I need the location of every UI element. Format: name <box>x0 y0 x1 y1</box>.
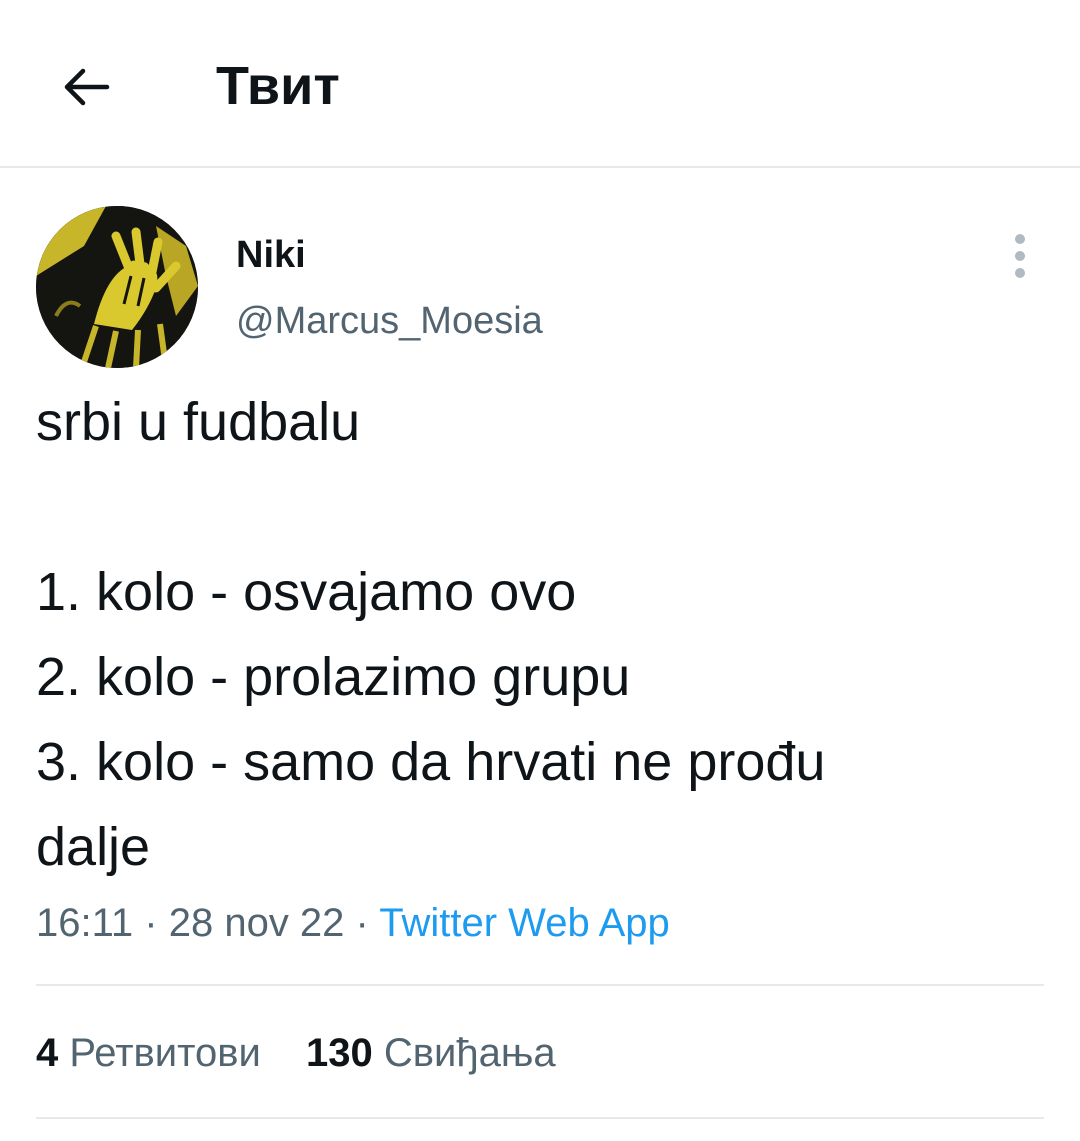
divider <box>36 1117 1044 1119</box>
tweet-source-link[interactable]: Twitter Web App <box>379 901 670 945</box>
profile-avatar <box>36 206 198 368</box>
likes-label: Свиђања <box>383 1031 556 1075</box>
top-bar: Твит <box>0 0 1080 168</box>
tweet-time[interactable]: 16:11 <box>36 901 133 945</box>
retweets-count: 4 <box>36 1031 59 1075</box>
meta-separator: · <box>144 901 158 945</box>
retweets-stat[interactable]: 4 Ретвитови <box>36 1028 261 1078</box>
more-vertical-icon-dot <box>1015 251 1025 261</box>
meta-separator: · <box>355 901 369 945</box>
retweets-label: Ретвитови <box>69 1031 261 1075</box>
more-options-button[interactable] <box>1000 226 1040 286</box>
tweet-line: srbi u fudbalu <box>36 392 361 452</box>
tweet-meta: 16:11 · 28 nov 22 · Twitter Web App <box>36 898 670 948</box>
tweet-line: 1. kolo - osvajamo ovo <box>36 562 577 622</box>
tweet-line: 2. kolo - prolazimo grupu <box>36 647 631 707</box>
tweet-text: srbi u fudbalu 1. kolo - osvajamo ovo 2.… <box>36 380 1046 890</box>
likes-count: 130 <box>305 1031 373 1075</box>
tweet-date[interactable]: 28 nov 22 <box>169 901 345 945</box>
tweet-line: dalje <box>36 817 151 877</box>
tweet-stats: 4 Ретвитови 130 Свиђања <box>36 1028 590 1078</box>
avatar[interactable] <box>36 206 198 368</box>
page-title: Твит <box>216 56 340 116</box>
likes-stat[interactable]: 130 Свиђања <box>306 1028 556 1078</box>
back-button[interactable] <box>50 52 120 122</box>
author-display-name[interactable]: Niki <box>236 232 306 278</box>
more-vertical-icon <box>1015 234 1025 244</box>
tweet-line: 3. kolo - samo da hrvati ne prođu <box>36 732 826 792</box>
arrow-left-icon <box>64 68 110 106</box>
divider <box>36 984 1044 986</box>
tweet-line <box>36 465 1046 550</box>
more-vertical-icon-dot <box>1015 268 1025 278</box>
author-handle[interactable]: @Marcus_Moesia <box>236 298 543 344</box>
